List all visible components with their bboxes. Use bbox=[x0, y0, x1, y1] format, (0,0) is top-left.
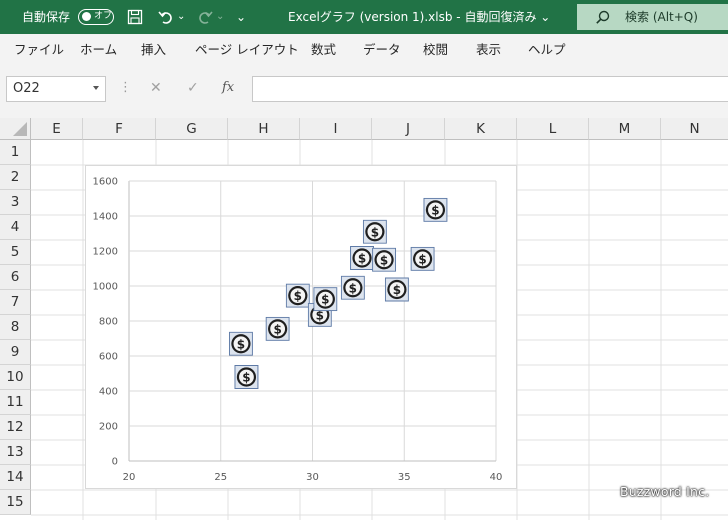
x-tick-label: 20 bbox=[123, 472, 136, 483]
dollar-icon-data-point[interactable] bbox=[384, 277, 409, 302]
row-header-6[interactable]: 6 bbox=[0, 265, 31, 290]
row-header-13[interactable]: 13 bbox=[0, 440, 31, 465]
y-tick-label: 1600 bbox=[93, 177, 118, 188]
y-tick-label: 1000 bbox=[93, 282, 118, 293]
col-header-K[interactable]: K bbox=[445, 118, 517, 140]
col-header-G[interactable]: G bbox=[156, 118, 228, 140]
row-header-8[interactable]: 8 bbox=[0, 315, 31, 340]
row-header-12[interactable]: 12 bbox=[0, 415, 31, 440]
x-tick-label: 30 bbox=[306, 472, 319, 483]
y-tick-label: 200 bbox=[99, 422, 118, 433]
y-tick-label: 1400 bbox=[93, 212, 118, 223]
row-header-15[interactable]: 15 bbox=[0, 490, 31, 515]
row-header-9[interactable]: 9 bbox=[0, 340, 31, 365]
col-header-H[interactable]: H bbox=[228, 118, 300, 140]
col-header-M[interactable]: M bbox=[589, 118, 661, 140]
dollar-icon-data-point[interactable] bbox=[265, 316, 290, 341]
y-tick-label: 800 bbox=[99, 317, 118, 328]
dollar-icon-data-point[interactable] bbox=[234, 365, 259, 389]
row-header-14[interactable]: 14 bbox=[0, 465, 31, 490]
row-header-5[interactable]: 5 bbox=[0, 240, 31, 265]
col-header-L[interactable]: L bbox=[517, 118, 589, 140]
dollar-icon-data-point[interactable] bbox=[285, 283, 310, 308]
dollar-icon-data-point[interactable] bbox=[410, 246, 435, 271]
col-header-I[interactable]: I bbox=[300, 118, 372, 140]
y-tick-label: 1200 bbox=[93, 247, 118, 258]
scatter-chart[interactable]: $ 2025303540 020040060080010001200140016… bbox=[86, 166, 516, 488]
watermark: Buzzword Inc. bbox=[620, 484, 710, 499]
x-tick-label: 25 bbox=[214, 472, 227, 483]
chart-area[interactable]: $ 2025303540 020040060080010001200140016… bbox=[85, 165, 517, 489]
col-header-F[interactable]: F bbox=[83, 118, 156, 140]
dollar-icon-data-point[interactable] bbox=[362, 219, 387, 244]
dollar-icon-data-point[interactable] bbox=[228, 331, 253, 356]
dollar-icon-data-point[interactable] bbox=[423, 197, 448, 222]
row-header-10[interactable]: 10 bbox=[0, 365, 31, 390]
y-tick-label: 0 bbox=[112, 457, 118, 468]
row-header-11[interactable]: 11 bbox=[0, 390, 31, 415]
dollar-icon-data-point[interactable] bbox=[340, 275, 365, 300]
row-header-1[interactable]: 1 bbox=[0, 140, 31, 165]
select-all-corner[interactable] bbox=[0, 118, 31, 140]
row-header-7[interactable]: 7 bbox=[0, 290, 31, 315]
col-header-E[interactable]: E bbox=[31, 118, 83, 140]
dollar-icon-data-point[interactable] bbox=[313, 287, 338, 312]
row-header-2[interactable]: 2 bbox=[0, 165, 31, 190]
col-header-N[interactable]: N bbox=[661, 118, 728, 140]
dollar-icon-data-point[interactable] bbox=[350, 246, 375, 270]
y-tick-label: 600 bbox=[99, 352, 118, 363]
x-tick-label: 40 bbox=[490, 472, 503, 483]
dollar-icon-data-point[interactable] bbox=[372, 247, 397, 272]
x-tick-label: 35 bbox=[398, 472, 411, 483]
row-header-3[interactable]: 3 bbox=[0, 190, 31, 215]
row-header-4[interactable]: 4 bbox=[0, 215, 31, 240]
y-tick-label: 400 bbox=[99, 387, 118, 398]
col-header-J[interactable]: J bbox=[372, 118, 445, 140]
